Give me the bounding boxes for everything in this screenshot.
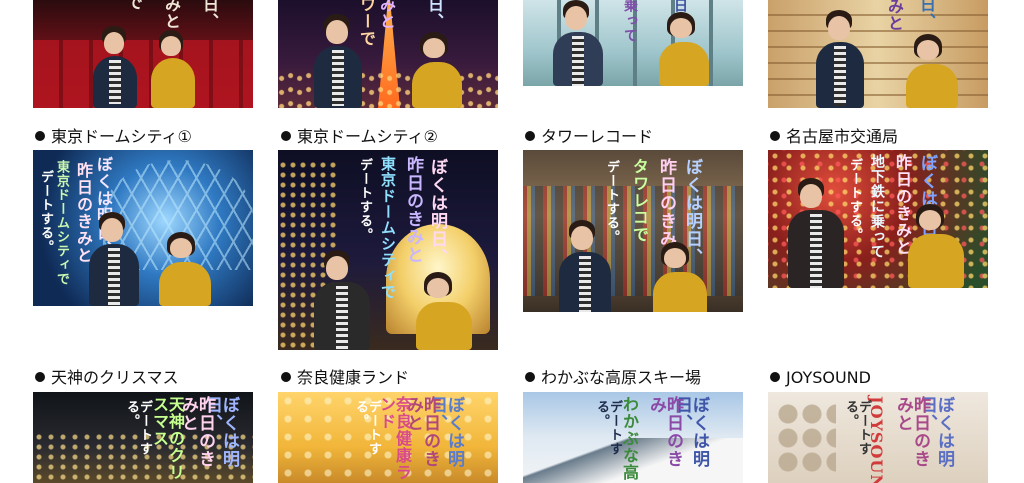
caption-tokyo-dome-1: 東京ドームシティ①: [35, 127, 192, 147]
bullet-icon: [770, 372, 780, 382]
poster-library: みと 日、: [768, 0, 988, 108]
bullet-icon: [770, 131, 780, 141]
bullet-icon: [281, 131, 291, 141]
caption-tokyo-dome-2: 東京ドームシティ②: [281, 127, 438, 147]
bullet-icon: [525, 131, 535, 141]
poster-train: 乗って 日、: [523, 0, 743, 86]
bullet-icon: [35, 372, 45, 382]
poster-tokyo-dome-2: ぼくは明日、 昨日のきみと 東京ドームシティで デートする。: [278, 150, 498, 350]
poster-title-text: みと: [162, 0, 181, 30]
poster-tenjin: ぼくは明日、 昨日のきみと 天神のクリスマス デートする。: [33, 392, 253, 483]
caption-nara-kenko-land: 奈良健康ランド: [281, 368, 409, 388]
caption-tower-records: タワーレコード: [525, 127, 653, 147]
caption-wakabuna-ski: わかぶな高原スキー場: [525, 368, 701, 388]
bullet-icon: [525, 372, 535, 382]
poster-wakabuna: ぼくは明日、 昨日のきみ わかぶな高 デートする。: [523, 392, 743, 483]
poster-theater: で みと 日、: [33, 0, 253, 108]
poster-nara: ぼくは明日、 昨日のきみと 奈良健康ランド デートする。: [278, 392, 498, 483]
poster-tokyo-dome-1: ぼくは明日、 昨日のきみと 東京ドームシティで デートする。: [33, 150, 253, 306]
bullet-icon: [281, 372, 291, 382]
poster-joysound: ぼくは明日、 昨日のきみと JOYSOUND デートする。: [768, 392, 988, 483]
caption-joysound: JOYSOUND: [770, 368, 871, 388]
poster-tower-records: ぼくは明日、 昨日のきみと タワレコで デートする。: [523, 150, 743, 312]
poster-nagoya-subway: ぼくは明日、 昨日のきみと 地下鉄に乗って デートする。: [768, 150, 988, 288]
poster-tokyo-tower: みと ワーで 日、: [278, 0, 498, 108]
poster-title-text: で: [124, 0, 143, 11]
bullet-icon: [35, 131, 45, 141]
caption-tenjin-christmas: 天神のクリスマス: [35, 368, 179, 388]
caption-nagoya-transport: 名古屋市交通局: [770, 127, 898, 147]
poster-title-text: 日、: [200, 0, 219, 30]
